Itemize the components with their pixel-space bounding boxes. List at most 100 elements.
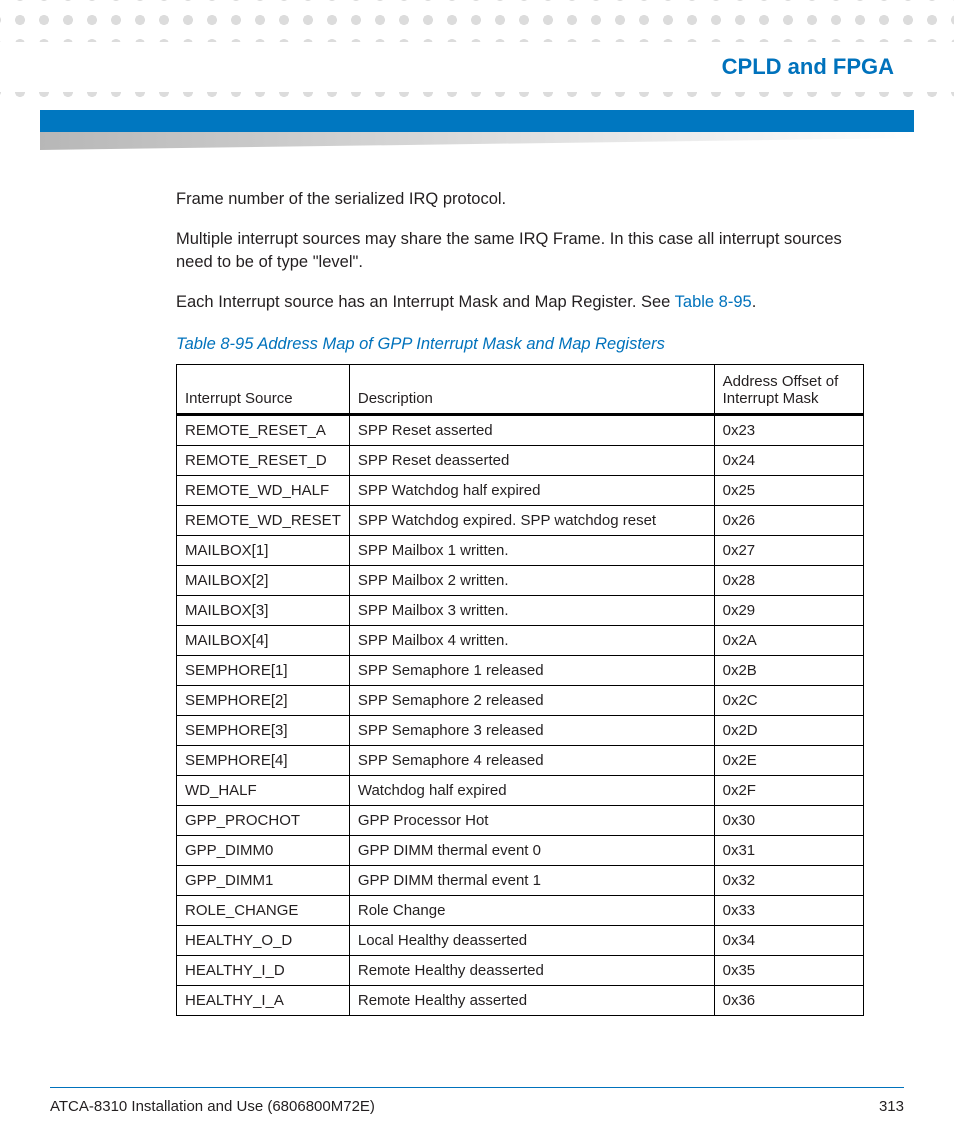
cell-description: SPP Semaphore 1 released [349,656,714,686]
paragraph: Each Interrupt source has an Interrupt M… [176,291,864,313]
cell-source: GPP_DIMM1 [177,866,350,896]
address-map-table: Interrupt Source Description Address Off… [176,364,864,1016]
table-row: REMOTE_RESET_DSPP Reset deasserted0x24 [177,446,864,476]
table-row: GPP_DIMM1GPP DIMM thermal event 10x32 [177,866,864,896]
cell-address: 0x36 [714,986,863,1016]
cell-address: 0x27 [714,536,863,566]
table-row: MAILBOX[1]SPP Mailbox 1 written.0x27 [177,536,864,566]
cell-description: SPP Watchdog half expired [349,476,714,506]
footer-page-number: 313 [879,1098,904,1115]
table-row: GPP_DIMM0GPP DIMM thermal event 00x31 [177,836,864,866]
cell-source: REMOTE_WD_RESET [177,506,350,536]
cell-address: 0x31 [714,836,863,866]
cell-description: Remote Healthy deasserted [349,956,714,986]
paragraph: Frame number of the serialized IRQ proto… [176,188,864,210]
cell-source: MAILBOX[1] [177,536,350,566]
cell-address: 0x32 [714,866,863,896]
table-row: WD_HALFWatchdog half expired0x2F [177,776,864,806]
cell-source: HEALTHY_I_D [177,956,350,986]
cell-description: SPP Mailbox 3 written. [349,596,714,626]
page-content: Frame number of the serialized IRQ proto… [176,188,864,1016]
cell-address: 0x24 [714,446,863,476]
cell-description: Role Change [349,896,714,926]
cell-source: HEALTHY_O_D [177,926,350,956]
cell-source: MAILBOX[4] [177,626,350,656]
paragraph: Multiple interrupt sources may share the… [176,228,864,273]
page-footer: ATCA-8310 Installation and Use (6806800M… [50,1087,904,1115]
cell-source: REMOTE_RESET_D [177,446,350,476]
header-gradient-underline [40,132,914,150]
col-header-address: Address Offset of Interrupt Mask [714,365,863,415]
cell-description: SPP Reset deasserted [349,446,714,476]
cell-description: SPP Watchdog expired. SPP watchdog reset [349,506,714,536]
cell-source: MAILBOX[2] [177,566,350,596]
table-caption: Table 8-95 Address Map of GPP Interrupt … [176,335,864,354]
cell-description: SPP Semaphore 2 released [349,686,714,716]
table-header-row: Interrupt Source Description Address Off… [177,365,864,415]
cell-source: WD_HALF [177,776,350,806]
cell-source: ROLE_CHANGE [177,896,350,926]
cell-address: 0x26 [714,506,863,536]
cell-source: HEALTHY_I_A [177,986,350,1016]
cell-description: Watchdog half expired [349,776,714,806]
cell-source: REMOTE_RESET_A [177,415,350,446]
text-run: . [752,293,757,311]
table-row: MAILBOX[2]SPP Mailbox 2 written.0x28 [177,566,864,596]
text-run: Each Interrupt source has an Interrupt M… [176,293,675,311]
cell-address: 0x35 [714,956,863,986]
cell-description: GPP DIMM thermal event 0 [349,836,714,866]
table-row: SEMPHORE[4]SPP Semaphore 4 released0x2E [177,746,864,776]
cell-address: 0x30 [714,806,863,836]
table-row: MAILBOX[3]SPP Mailbox 3 written.0x29 [177,596,864,626]
cell-description: SPP Mailbox 2 written. [349,566,714,596]
cell-source: GPP_DIMM0 [177,836,350,866]
cell-source: SEMPHORE[2] [177,686,350,716]
chapter-title: CPLD and FPGA [722,54,894,80]
table-row: REMOTE_RESET_ASPP Reset asserted0x23 [177,415,864,446]
cell-description: GPP DIMM thermal event 1 [349,866,714,896]
cell-source: REMOTE_WD_HALF [177,476,350,506]
table-row: HEALTHY_I_DRemote Healthy deasserted0x35 [177,956,864,986]
table-row: HEALTHY_I_ARemote Healthy asserted0x36 [177,986,864,1016]
table-row: GPP_PROCHOTGPP Processor Hot0x30 [177,806,864,836]
cell-description: SPP Semaphore 4 released [349,746,714,776]
cell-description: SPP Semaphore 3 released [349,716,714,746]
cell-address: 0x25 [714,476,863,506]
cell-address: 0x2B [714,656,863,686]
cross-reference-link[interactable]: Table 8-95 [675,293,752,311]
header-strip: CPLD and FPGA [0,42,954,92]
table-row: SEMPHORE[1]SPP Semaphore 1 released0x2B [177,656,864,686]
table-row: REMOTE_WD_RESETSPP Watchdog expired. SPP… [177,506,864,536]
cell-source: MAILBOX[3] [177,596,350,626]
cell-description: SPP Reset asserted [349,415,714,446]
cell-address: 0x2F [714,776,863,806]
cell-address: 0x2C [714,686,863,716]
cell-description: Local Healthy deasserted [349,926,714,956]
table-row: SEMPHORE[2]SPP Semaphore 2 released0x2C [177,686,864,716]
cell-description: GPP Processor Hot [349,806,714,836]
col-header-description: Description [349,365,714,415]
cell-address: 0x33 [714,896,863,926]
table-row: SEMPHORE[3]SPP Semaphore 3 released0x2D [177,716,864,746]
cell-address: 0x2A [714,626,863,656]
table-row: REMOTE_WD_HALFSPP Watchdog half expired0… [177,476,864,506]
cell-address: 0x34 [714,926,863,956]
cell-source: SEMPHORE[1] [177,656,350,686]
cell-source: SEMPHORE[3] [177,716,350,746]
cell-description: SPP Mailbox 4 written. [349,626,714,656]
header-blue-bar [40,110,914,132]
table-row: HEALTHY_O_DLocal Healthy deasserted0x34 [177,926,864,956]
cell-address: 0x2E [714,746,863,776]
footer-doc-title: ATCA-8310 Installation and Use (6806800M… [50,1098,375,1115]
cell-description: Remote Healthy asserted [349,986,714,1016]
cell-address: 0x2D [714,716,863,746]
cell-address: 0x28 [714,566,863,596]
cell-description: SPP Mailbox 1 written. [349,536,714,566]
col-header-source: Interrupt Source [177,365,350,415]
cell-source: GPP_PROCHOT [177,806,350,836]
cell-address: 0x23 [714,415,863,446]
table-row: ROLE_CHANGERole Change0x33 [177,896,864,926]
cell-source: SEMPHORE[4] [177,746,350,776]
cell-address: 0x29 [714,596,863,626]
table-row: MAILBOX[4]SPP Mailbox 4 written.0x2A [177,626,864,656]
